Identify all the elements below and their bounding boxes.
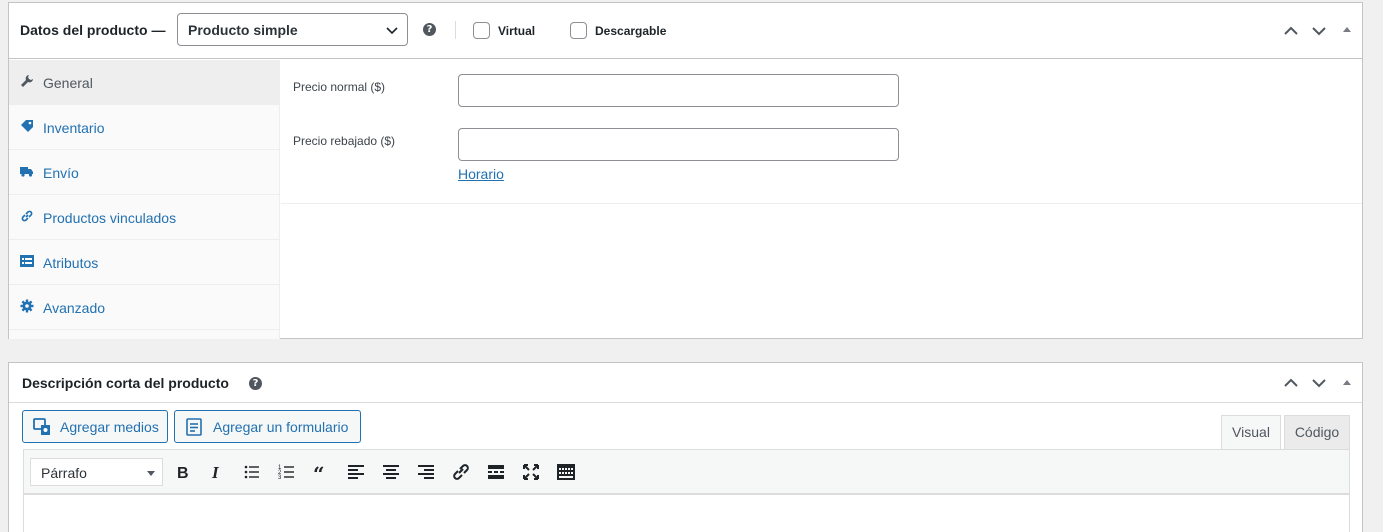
blockquote-icon[interactable]: “	[312, 462, 332, 482]
numbered-list-icon[interactable]: 123	[277, 462, 297, 482]
truck-icon	[20, 167, 33, 177]
tab-label: General	[43, 75, 93, 91]
tab-shipping[interactable]: Envío	[9, 150, 280, 195]
move-down-icon[interactable]	[1311, 375, 1327, 391]
form-icon	[186, 418, 202, 436]
wrench-icon	[21, 75, 33, 87]
list-icon	[20, 255, 34, 267]
bullet-list-icon[interactable]	[242, 462, 262, 482]
tab-label: Inventario	[43, 120, 105, 136]
tab-visual[interactable]: Visual	[1221, 415, 1281, 450]
regular-price-input[interactable]	[458, 74, 899, 107]
add-form-button[interactable]: Agregar un formulario	[174, 410, 361, 443]
bold-icon[interactable]: B	[173, 462, 193, 482]
tab-label: Productos vinculados	[43, 210, 177, 226]
tab-linked-products[interactable]: Productos vinculados	[9, 195, 280, 240]
sale-price-input[interactable]	[458, 128, 899, 161]
tab-label: Atributos	[43, 255, 99, 271]
align-right-icon[interactable]	[416, 462, 436, 482]
short-description-panel: Descripción corta del producto ? Agregar…	[8, 362, 1363, 532]
collapse-toggle-icon[interactable]	[1341, 23, 1353, 35]
tab-advanced[interactable]: Avanzado	[9, 285, 280, 330]
tag-icon	[21, 120, 33, 132]
svg-text:B: B	[177, 465, 189, 482]
virtual-checkbox[interactable]	[473, 22, 490, 39]
add-media-label: Agregar medios	[60, 419, 159, 435]
svg-text:I: I	[211, 463, 220, 482]
tab-inventory[interactable]: Inventario	[9, 105, 280, 150]
divider	[281, 203, 1362, 204]
align-left-icon[interactable]	[346, 462, 366, 482]
regular-price-label: Precio normal ($)	[293, 80, 386, 94]
tab-label: Avanzado	[43, 300, 106, 316]
product-data-tabs: General Inventario Envío Productos vincu…	[9, 60, 280, 339]
product-data-title: Datos del producto —	[20, 22, 166, 38]
tab-attributes[interactable]: Atributos	[9, 240, 280, 285]
product-data-panel: Datos del producto — Producto simple ? V…	[8, 2, 1363, 339]
help-icon[interactable]: ?	[249, 377, 262, 390]
add-media-button[interactable]: Agregar medios	[22, 410, 168, 443]
chevron-down-icon	[386, 27, 398, 35]
media-icon	[33, 418, 50, 435]
format-value: Párrafo	[41, 465, 87, 481]
add-form-label: Agregar un formulario	[213, 419, 349, 435]
fullscreen-icon[interactable]	[521, 462, 541, 482]
link-icon	[21, 210, 33, 222]
caret-down-icon	[147, 471, 155, 476]
tab-label: Envío	[43, 165, 79, 181]
insert-link-icon[interactable]	[451, 462, 471, 482]
align-center-icon[interactable]	[381, 462, 401, 482]
schedule-link[interactable]: Horario	[458, 166, 504, 182]
italic-icon[interactable]: I	[207, 462, 227, 482]
tab-general[interactable]: General	[9, 60, 280, 105]
downloadable-checkbox[interactable]	[570, 22, 587, 39]
editor-toolbar: Párrafo B I 123 “	[23, 449, 1350, 494]
collapse-toggle-icon[interactable]	[1341, 376, 1353, 388]
move-up-icon[interactable]	[1283, 375, 1299, 391]
short-description-header: Descripción corta del producto ?	[9, 363, 1362, 403]
svg-text:3: 3	[278, 475, 282, 481]
sale-price-label: Precio rebajado ($)	[293, 134, 396, 148]
short-description-title: Descripción corta del producto	[22, 375, 229, 391]
product-type-value: Producto simple	[188, 22, 298, 38]
help-icon[interactable]: ?	[423, 23, 436, 36]
tab-code[interactable]: Código	[1284, 415, 1350, 450]
move-up-icon[interactable]	[1283, 23, 1299, 39]
read-more-icon[interactable]	[486, 462, 506, 482]
toolbar-toggle-icon[interactable]	[556, 462, 576, 482]
downloadable-label: Descargable	[595, 24, 667, 38]
format-select[interactable]: Párrafo	[30, 458, 163, 486]
divider	[455, 21, 456, 39]
gear-icon	[20, 299, 34, 313]
product-data-header: Datos del producto — Producto simple ? V…	[9, 3, 1362, 59]
editor-content-area[interactable]	[23, 494, 1350, 532]
move-down-icon[interactable]	[1311, 23, 1327, 39]
product-type-select[interactable]: Producto simple	[177, 13, 408, 46]
svg-text:“: “	[313, 462, 325, 482]
virtual-label: Virtual	[498, 24, 536, 38]
